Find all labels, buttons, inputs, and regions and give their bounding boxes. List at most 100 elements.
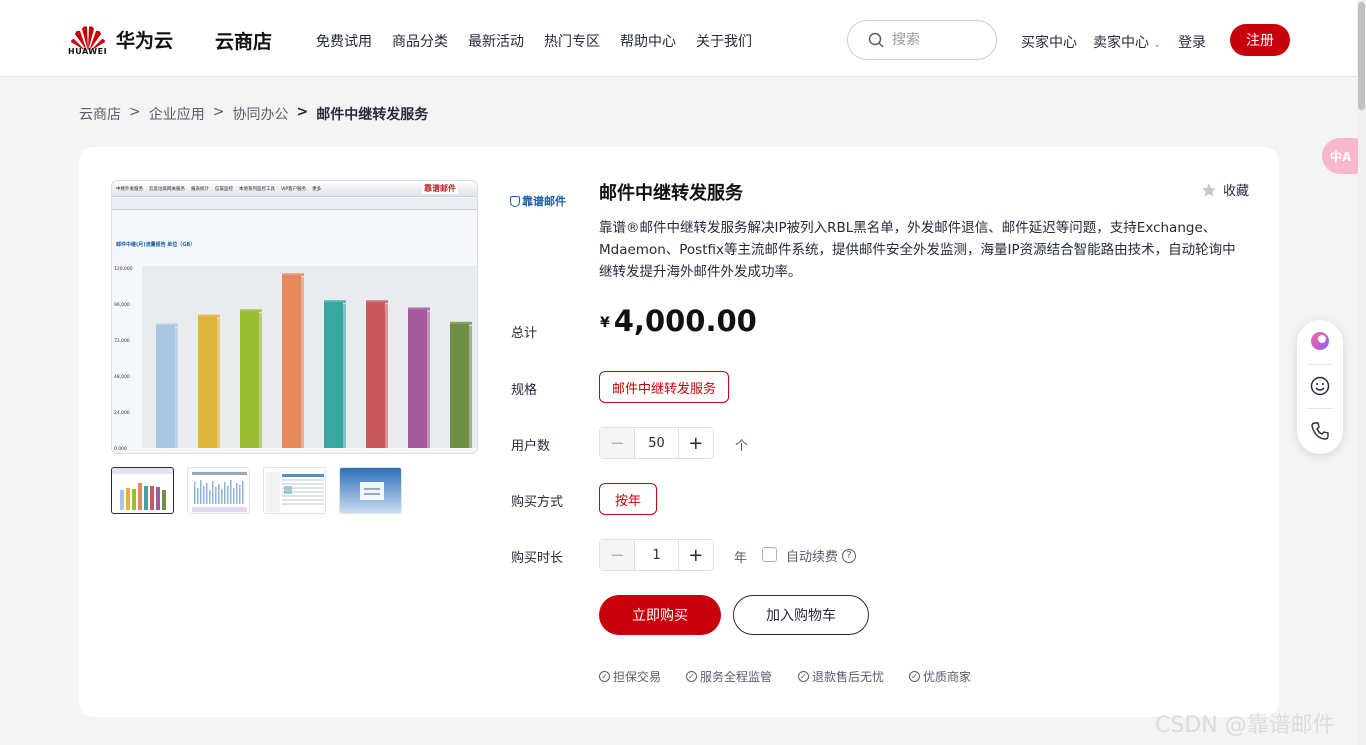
breadcrumb-enterprise[interactable]: 企业应用 [149, 104, 205, 124]
users-decrement-button[interactable]: − [600, 428, 635, 458]
screenshot-tab: VIP客户服务 [281, 186, 307, 192]
currency-symbol: ¥ [600, 315, 610, 331]
duration-increment-button[interactable]: + [679, 540, 713, 570]
vendor-logo[interactable]: 靠谱邮件 [510, 193, 566, 209]
check-circle-icon: ✓ [599, 671, 610, 682]
nav-categories[interactable]: 商品分类 [392, 31, 448, 51]
nav-free-trial[interactable]: 免费试用 [316, 31, 372, 51]
nav-about[interactable]: 关于我们 [696, 31, 752, 51]
screenshot-tab: 中继外发服务 [116, 186, 143, 192]
mini-chart-tick: 48,000 [114, 374, 130, 380]
add-to-cart-button[interactable]: 加入购物车 [733, 595, 869, 635]
mini-chart-bar [324, 302, 343, 448]
breadcrumb-store[interactable]: 云商店 [79, 104, 121, 124]
mini-chart-bar-top [156, 323, 178, 327]
buyer-center-link[interactable]: 买家中心 [1021, 32, 1077, 52]
mini-chart-tick: 120,000 [114, 266, 133, 272]
breadcrumb: 云商店 > 企业应用 > 协同办公 > 邮件中继转发服务 [79, 104, 428, 124]
duration-value[interactable]: 1 [634, 540, 679, 570]
assistant-icon[interactable] [1309, 330, 1331, 352]
search-input[interactable] [892, 32, 982, 48]
mini-chart-tick: 24,000 [114, 410, 130, 416]
mini-chart-bar-top [450, 321, 472, 325]
shield-icon [510, 196, 520, 207]
mini-chart-bar [198, 316, 217, 448]
screenshot-tab: 信誉监控 [215, 186, 233, 192]
thumbnail-4[interactable] [339, 467, 402, 514]
guarantee-item: ✓ 优质商家 [909, 668, 971, 685]
guarantee-label: 担保交易 [613, 670, 662, 684]
mini-chart-bar-side [175, 327, 178, 448]
breadcrumb-sep: > [129, 104, 141, 120]
mini-chart-bar-top [282, 273, 304, 277]
product-title: 邮件中继转发服务 [599, 183, 743, 204]
login-link[interactable]: 登录 [1178, 32, 1206, 52]
scrollbar-thumb[interactable] [1358, 2, 1365, 110]
mode-option[interactable]: 按年 [599, 483, 657, 515]
duration-decrement-button[interactable]: − [600, 540, 635, 570]
guarantee-label: 退款售后无忧 [812, 670, 885, 684]
guarantee-item: ✓ 服务全程监管 [686, 668, 772, 685]
screenshot-tab: 云反垃圾网关服务 [149, 186, 185, 192]
mini-chart-bar-side [469, 325, 472, 448]
help-icon[interactable]: ? [842, 548, 857, 563]
thumbnail-table-icon [266, 472, 324, 512]
users-value[interactable]: 50 [634, 428, 679, 458]
screenshot-subtabs [112, 198, 477, 210]
seller-center-label: 卖家中心 [1093, 35, 1149, 51]
thumbnail-3[interactable] [263, 467, 326, 514]
buy-now-button[interactable]: 立即购买 [599, 595, 721, 635]
breadcrumb-office[interactable]: 协同办公 [232, 104, 288, 124]
breadcrumb-sep: > [212, 104, 225, 120]
smile-icon[interactable] [1309, 375, 1331, 397]
store-name[interactable]: 云商店 [215, 27, 272, 54]
duration-unit: 年 [734, 551, 748, 566]
brand-name[interactable]: 华为云 [116, 26, 173, 53]
translate-icon[interactable]: 中A [1322, 138, 1358, 174]
spec-label: 规格 [511, 383, 538, 398]
mini-chart-bar-top [324, 300, 346, 304]
thumbnail-report-icon [192, 472, 247, 512]
mini-chart-bar [450, 323, 469, 448]
phone-icon[interactable] [1309, 420, 1331, 442]
thumbnail-chart-icon [112, 468, 173, 510]
search-box[interactable] [847, 20, 997, 60]
scrollbar-track[interactable] [1357, 0, 1366, 745]
auto-renew: 自动续费 ? [786, 546, 857, 565]
users-increment-button[interactable]: + [679, 428, 713, 458]
favorite-button[interactable]: 收藏 [1201, 180, 1249, 199]
nav-hot[interactable]: 热门专区 [544, 31, 600, 51]
mini-chart-bar [366, 302, 385, 448]
main-nav: 免费试用 商品分类 最新活动 热门专区 帮助中心 关于我们 [316, 31, 752, 51]
mini-chart-tick: 0.000 [114, 446, 127, 452]
seller-center-link[interactable]: 卖家中心 ⌄ [1093, 32, 1161, 52]
mini-chart-bar-top [198, 314, 220, 318]
logo-text: HUAWEI [68, 47, 108, 56]
mini-chart-tick: 72,000 [114, 338, 130, 344]
breadcrumb-sep: > [296, 104, 309, 120]
product-main-image[interactable]: 中继外发服务 云反垃圾网关服务 报表统计 信誉监控 本地系列监控工具 VIP客户… [111, 180, 478, 454]
users-unit: 个 [735, 439, 749, 454]
nav-activities[interactable]: 最新活动 [468, 31, 524, 51]
auto-renew-checkbox[interactable] [762, 547, 777, 562]
thumbnail-1[interactable] [111, 467, 174, 514]
top-header: HUAWEI 华为云 云商店 免费试用 商品分类 最新活动 热门专区 帮助中心 … [0, 0, 1366, 77]
duration-stepper: − 1 + [599, 539, 714, 571]
star-icon [1202, 182, 1216, 197]
nav-help[interactable]: 帮助中心 [620, 31, 676, 51]
total-label: 总计 [511, 326, 538, 341]
mini-chart-bar-side [217, 318, 220, 448]
users-label: 用户数 [511, 439, 551, 454]
product-description: 靠谱®邮件中继转发服务解决IP被列入RBL黑名单，外发邮件退信、邮件延迟等问题，… [599, 220, 1236, 280]
register-button[interactable]: 注册 [1230, 24, 1290, 56]
mini-chart-bar-side [343, 304, 346, 448]
mini-chart-tick: 96,000 [114, 302, 130, 308]
chevron-down-icon: ⌄ [1153, 40, 1161, 50]
mini-chart-bar [408, 309, 427, 448]
screenshot-tab: 更多 [312, 186, 322, 192]
spec-option[interactable]: 邮件中继转发服务 [599, 371, 729, 403]
mini-chart-bar [282, 275, 301, 448]
mini-chart-bar-side [427, 311, 430, 448]
guarantee-item: ✓ 担保交易 [599, 668, 661, 685]
thumbnail-2[interactable] [187, 467, 250, 514]
